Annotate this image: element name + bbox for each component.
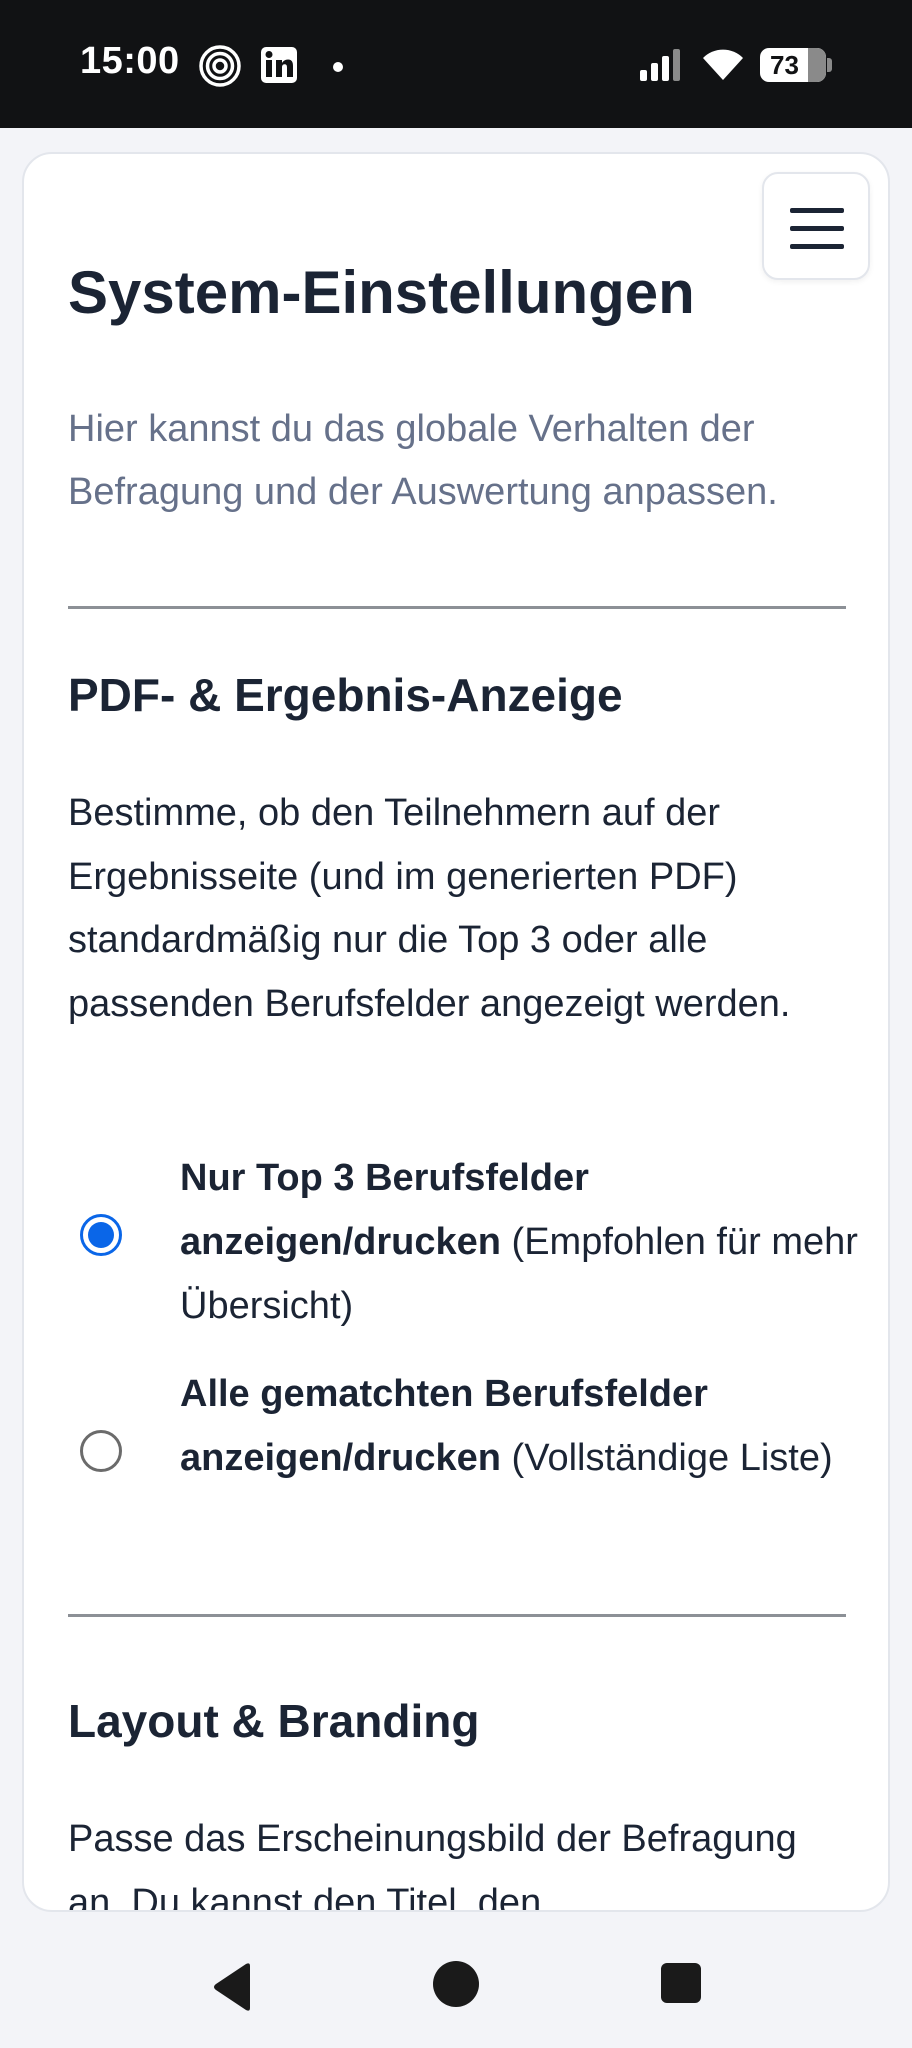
recents-icon[interactable] xyxy=(660,1962,702,2009)
hamburger-menu-button[interactable] xyxy=(762,172,870,280)
dot-icon xyxy=(332,60,344,78)
navigation-bar xyxy=(0,1920,912,2048)
fingerprint-icon xyxy=(198,44,242,93)
divider xyxy=(68,1614,846,1617)
page-title: System-Einstellungen xyxy=(68,259,695,326)
section-text-layout: Passe das Erscheinungsbild der Befragung… xyxy=(68,1818,797,1912)
status-bar: 15:00 73 xyxy=(0,0,912,128)
section-title-pdf: PDF- & Ergebnis-Anzeige xyxy=(68,669,623,721)
radio-option-all[interactable]: Alle gematchten Berufsfelder anzeigen/dr… xyxy=(68,1362,858,1554)
radio-label-top3[interactable]: Nur Top 3 Berufsfelder anzeigen/drucken … xyxy=(180,1146,858,1338)
page-description: Hier kannst du das globale Verhalten der… xyxy=(68,408,778,513)
settings-card: System-Einstellungen Hier kannst du das … xyxy=(22,152,890,1912)
linkedin-icon xyxy=(260,46,298,89)
radio-button-checked[interactable] xyxy=(80,1214,122,1256)
home-icon[interactable] xyxy=(432,1960,480,2013)
back-icon[interactable] xyxy=(210,1962,256,2017)
section-title-layout: Layout & Branding xyxy=(68,1695,480,1747)
radio-label-all[interactable]: Alle gematchten Berufsfelder anzeigen/dr… xyxy=(180,1362,858,1490)
signal-icon xyxy=(638,48,684,87)
radio-option-top3[interactable]: Nur Top 3 Berufsfelder anzeigen/drucken … xyxy=(68,1146,858,1338)
battery-icon: 73 xyxy=(760,48,826,82)
battery-level: 73 xyxy=(770,50,799,80)
wifi-icon xyxy=(700,46,746,87)
section-text-pdf: Bestimme, ob den Teilnehmern auf der Erg… xyxy=(68,792,791,1025)
radio-label-all-note: (Vollständige Liste) xyxy=(500,1437,833,1479)
divider xyxy=(68,606,846,609)
radio-button-unchecked[interactable] xyxy=(80,1430,122,1472)
status-time: 15:00 xyxy=(80,40,180,82)
battery-nub xyxy=(827,58,832,72)
